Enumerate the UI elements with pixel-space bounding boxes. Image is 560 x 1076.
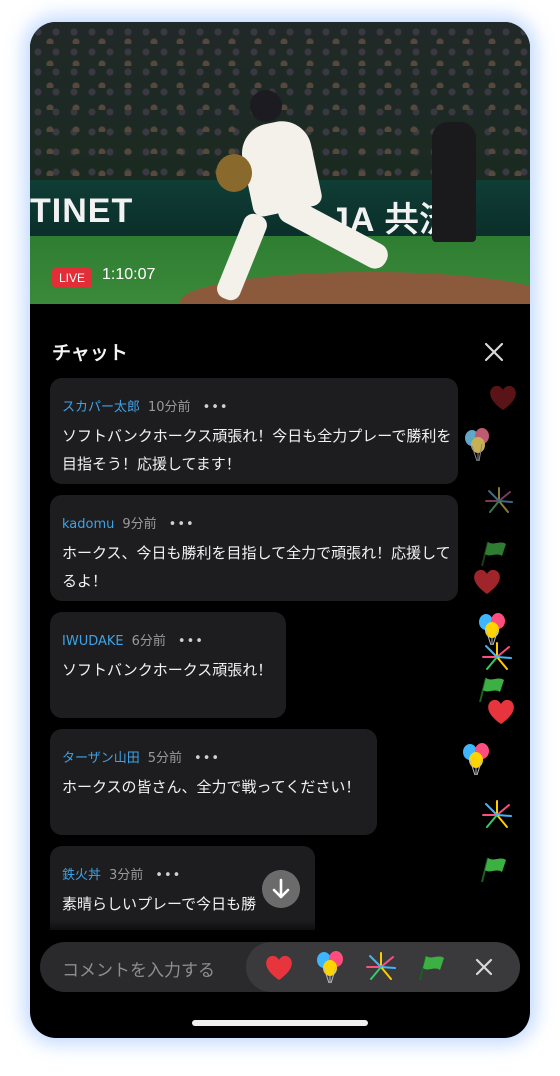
message-meta: スカパー太郎 10分前 •••: [62, 396, 229, 415]
message-meta: 鉄火丼 3分前 •••: [62, 864, 181, 883]
message-text: ソフトバンクホークス頑張れ！: [62, 661, 273, 679]
more-options-icon[interactable]: •••: [203, 400, 229, 415]
fireworks-reaction-button[interactable]: [364, 950, 398, 984]
message-username[interactable]: ターザン山田: [62, 751, 140, 766]
message-username[interactable]: 鉄火丼: [62, 868, 101, 883]
heart-icon: [488, 699, 514, 724]
chat-title: チャット: [52, 342, 128, 364]
chat-message[interactable]: kadomu 9分前 ••• ホークス、今日も勝利を目指して全力で頑張れ！応援してる…: [50, 495, 458, 601]
comment-placeholder: コメントを入力する: [62, 961, 215, 981]
banner-text-left: TINET: [30, 192, 134, 230]
more-options-icon[interactable]: •••: [169, 517, 195, 532]
heart-icon: [474, 569, 500, 594]
message-username[interactable]: スカパー太郎: [62, 400, 140, 415]
home-indicator[interactable]: [192, 1020, 368, 1026]
balloons-icon: [463, 743, 489, 776]
more-options-icon[interactable]: •••: [194, 751, 220, 766]
close-chat-icon[interactable]: [480, 338, 508, 366]
chat-message[interactable]: スカパー太郎 10分前 ••• ソフトバンクホークス頑張れ！今日も全力プレーで勝利を…: [50, 378, 458, 484]
chat-message[interactable]: IWUDAKE 6分前 ••• ソフトバンクホークス頑張れ！: [50, 612, 286, 718]
message-text: ホークスの皆さん、全力で戦ってください！: [62, 778, 361, 796]
message-username[interactable]: kadomu: [62, 517, 114, 532]
chat-fade: [30, 920, 530, 940]
umpire-figure: [432, 122, 476, 242]
message-time: 3分前: [109, 868, 144, 883]
scroll-down-button[interactable]: [262, 870, 300, 908]
message-time: 5分前: [147, 751, 183, 766]
message-meta: kadomu 9分前 •••: [62, 513, 195, 532]
heart-reaction-button[interactable]: [262, 950, 296, 984]
fireworks-icon: [482, 642, 512, 670]
chat-message[interactable]: ターザン山田 5分前 ••• ホークスの皆さん、全力で戦ってください！: [50, 729, 377, 835]
live-elapsed-time: 1:10:07: [102, 266, 156, 283]
message-time: 10分前: [148, 400, 191, 415]
balloons-reaction-button[interactable]: [314, 950, 348, 984]
message-time: 6分前: [131, 634, 166, 649]
live-video-player[interactable]: TINET JA 共済 LIVE 1:10:07: [30, 22, 530, 304]
pitcher-head: [250, 90, 282, 122]
fireworks-icon: [482, 800, 512, 828]
fireworks-icon: [485, 487, 513, 513]
message-meta: ターザン山田 5分前 •••: [62, 747, 220, 766]
flag-reaction-button[interactable]: [414, 950, 448, 984]
message-text: ホークス、今日も勝利を目指して全力で頑張れ！応援してるよ！: [62, 544, 451, 590]
more-options-icon[interactable]: •••: [178, 634, 204, 649]
message-text: ソフトバンクホークス頑張れ！今日も全力プレーで勝利を目指そう！応援してます！: [62, 427, 452, 473]
flag-icon: [481, 857, 506, 883]
pitcher-glove: [216, 154, 252, 192]
message-meta: IWUDAKE 6分前 •••: [62, 630, 204, 649]
live-badge: LIVE: [52, 268, 92, 288]
message-time: 9分前: [122, 517, 157, 532]
more-options-icon[interactable]: •••: [155, 868, 181, 883]
message-username[interactable]: IWUDAKE: [62, 634, 124, 649]
heart-icon: [490, 385, 516, 410]
balloons-icon: [465, 428, 489, 462]
phone-screen: TINET JA 共済 LIVE 1:10:07 チャット スカパー太郎 10分前…: [30, 22, 530, 1038]
close-reactions-icon[interactable]: [470, 953, 498, 981]
